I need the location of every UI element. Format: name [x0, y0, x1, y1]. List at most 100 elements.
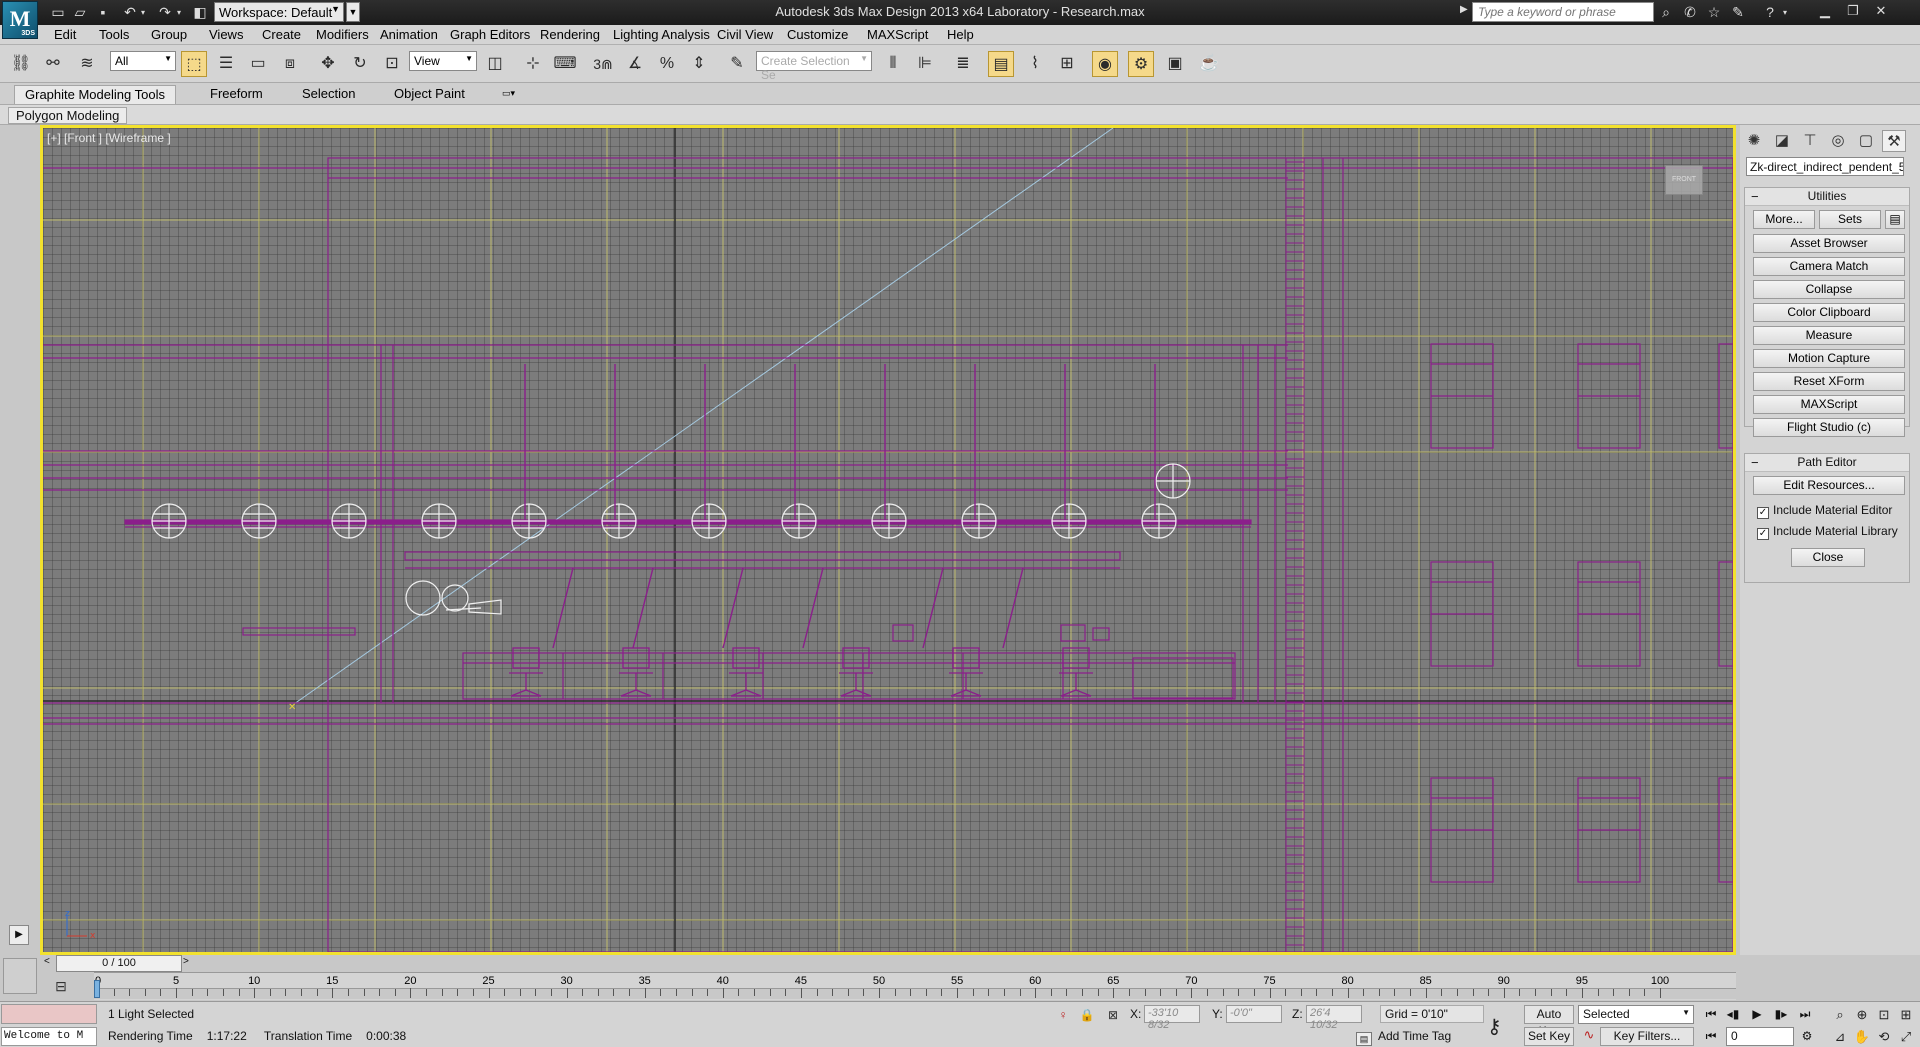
rendered-frame-window-icon[interactable]: ▣: [1162, 51, 1188, 77]
zoom-extents-all-icon[interactable]: ⊞: [1896, 1005, 1916, 1024]
mirror-icon[interactable]: ⫴: [880, 51, 906, 77]
help-dropdown-icon[interactable]: ▾: [1780, 3, 1790, 22]
next-frame-arrow-icon[interactable]: >: [183, 956, 189, 967]
menu-maxscript[interactable]: MAXScript: [867, 27, 928, 42]
named-selection-set-select[interactable]: Create Selection Se ▼: [756, 51, 872, 82]
reference-coordinate-select[interactable]: View ▼: [409, 51, 477, 71]
menu-help[interactable]: Help: [947, 27, 974, 42]
menu-rendering[interactable]: Rendering: [540, 27, 600, 42]
create-tab-icon[interactable]: ✺: [1742, 130, 1766, 152]
go-to-end-icon[interactable]: ⏭: [1794, 1005, 1816, 1024]
set-key-button[interactable]: Set Key: [1524, 1027, 1574, 1046]
modify-tab-icon[interactable]: ◪: [1770, 130, 1794, 152]
menu-modifiers[interactable]: Modifiers: [316, 27, 369, 42]
keyboard-shortcut-override-icon[interactable]: ⌨: [552, 51, 578, 77]
isolate-selection-icon[interactable]: ♀: [1054, 1006, 1072, 1024]
schematic-view-icon[interactable]: ⊞: [1054, 51, 1080, 77]
tab-freeform[interactable]: Freeform: [210, 86, 263, 101]
unlink-selection-icon[interactable]: ⚯: [40, 51, 66, 77]
minimize-icon[interactable]: ▁: [1812, 1, 1838, 21]
search-expand-icon[interactable]: ▶: [1460, 4, 1468, 15]
communication-center-icon[interactable]: ✆: [1680, 3, 1700, 22]
tab-object-paint[interactable]: Object Paint: [394, 86, 465, 101]
key-filters-curve-icon[interactable]: ∿: [1580, 1027, 1598, 1046]
use-pivot-center-icon[interactable]: ◫: [482, 51, 508, 77]
key-mode-toggle-icon[interactable]: ⏮: [1700, 1027, 1722, 1046]
maximize-viewport-icon[interactable]: ⤢: [1896, 1027, 1916, 1046]
set-key-mode-icon[interactable]: ⚷: [1487, 1014, 1502, 1039]
rectangular-selection-icon[interactable]: ▭: [245, 51, 271, 77]
include-material-editor-checkbox[interactable]: ✓ Include Material Editor: [1757, 503, 1892, 519]
include-material-library-checkbox[interactable]: ✓ Include Material Library: [1757, 524, 1898, 540]
restore-icon[interactable]: ❐: [1840, 1, 1866, 21]
menu-graph-editors[interactable]: Graph Editors: [450, 27, 530, 42]
zoom-extents-icon[interactable]: ⊡: [1874, 1005, 1894, 1024]
flight-studio-button[interactable]: Flight Studio (c): [1753, 418, 1905, 437]
time-slider[interactable]: < 0 / 100 >: [40, 955, 1740, 972]
menu-animation[interactable]: Animation: [380, 27, 438, 42]
layer-manager-icon[interactable]: ≣: [950, 51, 976, 77]
object-name-field[interactable]: Zk-direct_indirect_pendent_5: [1746, 157, 1904, 176]
menu-create[interactable]: Create: [262, 27, 301, 42]
orbit-icon[interactable]: ⟲: [1874, 1027, 1894, 1046]
field-of-view-icon[interactable]: ⊿: [1830, 1027, 1850, 1046]
more-button[interactable]: More...: [1753, 210, 1815, 229]
path-editor-rollout-header[interactable]: − Path Editor: [1745, 454, 1909, 472]
maxscript-input-field[interactable]: Welcome to M: [1, 1027, 97, 1046]
menu-lighting-analysis[interactable]: Lighting Analysis: [613, 27, 710, 42]
absolute-transform-icon[interactable]: ⊠: [1104, 1006, 1122, 1024]
zoom-icon[interactable]: ⌕: [1830, 1005, 1850, 1024]
go-to-start-icon[interactable]: ⏮: [1700, 1005, 1722, 1024]
subscription-icon[interactable]: ✎: [1728, 3, 1748, 22]
select-by-name-icon[interactable]: ☰: [213, 51, 239, 77]
menu-views[interactable]: Views: [209, 27, 243, 42]
menu-civil-view[interactable]: Civil View: [717, 27, 773, 42]
close-window-icon[interactable]: ✕: [1868, 1, 1894, 21]
zoom-all-icon[interactable]: ⊕: [1852, 1005, 1872, 1024]
utilities-rollout-header[interactable]: − Utilities: [1745, 188, 1909, 206]
angle-snap-icon[interactable]: ∡: [622, 51, 648, 77]
spinner-snap-icon[interactable]: ⇕: [686, 51, 712, 77]
help-icon[interactable]: ?: [1760, 3, 1780, 22]
track-bar[interactable]: 0510152025303540455055606570758085909510…: [94, 972, 1736, 1000]
selection-lock-icon[interactable]: 🔒: [1078, 1006, 1096, 1024]
infocenter-search-icon[interactable]: ⌕: [1656, 3, 1676, 22]
render-production-icon[interactable]: ☕: [1196, 51, 1222, 77]
snaps-toggle-icon[interactable]: 3⋒: [590, 51, 616, 77]
mini-curve-editor-icon[interactable]: ⊟: [48, 975, 74, 997]
sets-button[interactable]: Sets: [1819, 210, 1881, 229]
favorites-star-icon[interactable]: ☆: [1704, 3, 1724, 22]
y-coord-field[interactable]: -0'0": [1226, 1005, 1282, 1023]
add-time-tag[interactable]: ▤ Add Time Tag: [1356, 1029, 1451, 1046]
x-coord-field[interactable]: -33'10 8/32: [1144, 1005, 1200, 1031]
material-editor-icon[interactable]: ◉: [1092, 51, 1118, 77]
utilities-tab-icon[interactable]: ⚒: [1882, 130, 1906, 152]
selection-filter-select[interactable]: All ▼: [110, 51, 176, 71]
time-slider-thumb[interactable]: 0 / 100: [56, 955, 182, 972]
menu-tools[interactable]: Tools: [99, 27, 129, 42]
configure-sets-icon[interactable]: ▤: [1885, 210, 1905, 229]
window-crossing-icon[interactable]: ⧈: [277, 51, 303, 77]
curve-editor-icon[interactable]: ⌇: [1022, 51, 1048, 77]
viewport-layout-icon[interactable]: ▶: [9, 925, 29, 945]
tab-selection[interactable]: Selection: [302, 86, 355, 101]
edit-named-selection-icon[interactable]: ✎: [724, 51, 750, 77]
color-clipboard-button[interactable]: Color Clipboard: [1753, 303, 1905, 322]
search-input[interactable]: [1472, 2, 1654, 22]
hierarchy-tab-icon[interactable]: ⊤: [1798, 130, 1822, 152]
app-logo-button[interactable]: M 3DS: [2, 1, 38, 39]
measure-button[interactable]: Measure: [1753, 326, 1905, 345]
time-configuration-icon[interactable]: ⚙: [1796, 1027, 1818, 1046]
next-frame-icon[interactable]: ▮▸: [1770, 1005, 1792, 1024]
bind-to-space-warp-icon[interactable]: ≋: [74, 51, 100, 77]
select-object-icon[interactable]: ⬚: [181, 51, 207, 77]
menu-group[interactable]: Group: [151, 27, 187, 42]
select-and-link-icon[interactable]: ⛓: [8, 51, 34, 77]
percent-snap-icon[interactable]: %: [654, 51, 680, 77]
display-tab-icon[interactable]: ▢: [1854, 130, 1878, 152]
ribbon-options-dropdown-icon[interactable]: ▭▾: [502, 88, 515, 99]
play-icon[interactable]: ▶: [1746, 1005, 1768, 1024]
motion-capture-button[interactable]: Motion Capture: [1753, 349, 1905, 368]
current-frame-marker[interactable]: [94, 980, 100, 998]
select-and-manipulate-icon[interactable]: ⊹: [520, 51, 546, 77]
